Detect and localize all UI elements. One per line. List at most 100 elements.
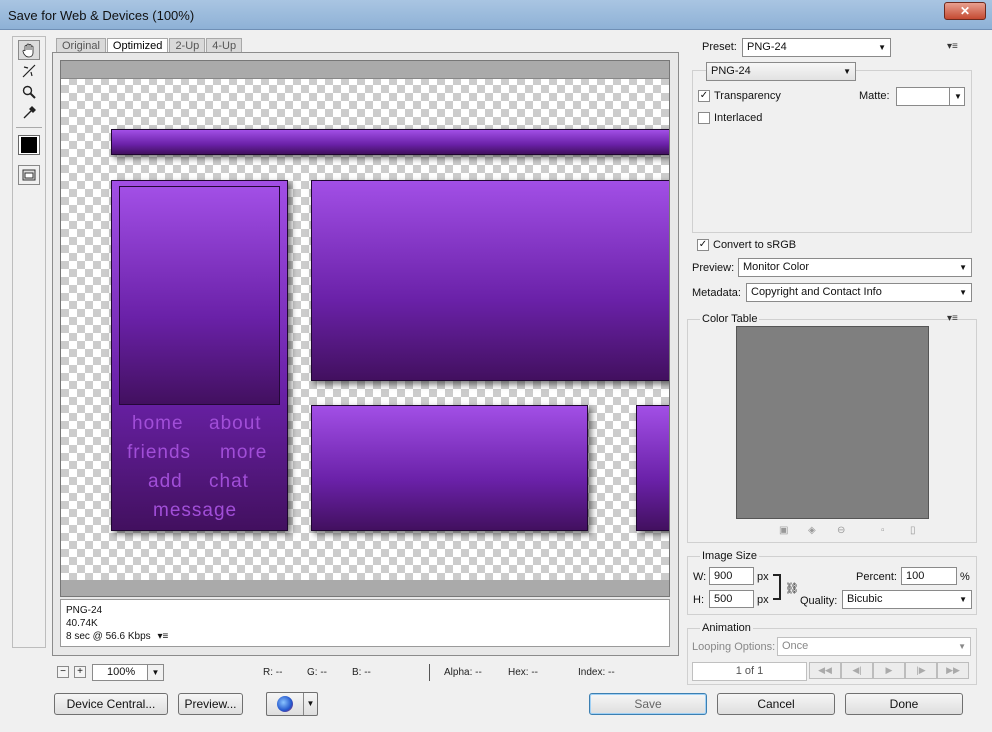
readout-alpha: Alpha: --	[444, 667, 482, 678]
nav-text-home: home	[132, 413, 184, 434]
lock-color-icon[interactable]: ⊖	[837, 526, 847, 536]
chevron-down-icon: ▼	[959, 595, 967, 604]
animation-title: Animation	[700, 622, 753, 634]
preview-frame: home about friends more add chat message…	[52, 52, 679, 656]
zoom-tool-icon[interactable]	[18, 82, 40, 102]
optimize-menu-icon[interactable]: ▾≡	[947, 41, 958, 52]
percent-label: Percent:	[856, 571, 897, 583]
zoom-level-select[interactable]: 100% ▼	[92, 664, 164, 681]
window-title: Save for Web & Devices (100%)	[8, 8, 195, 23]
looping-label: Looping Options:	[692, 641, 776, 653]
quality-label: Quality:	[800, 595, 838, 607]
tab-optimized[interactable]: Optimized	[106, 38, 169, 53]
interlaced-checkbox[interactable]	[698, 112, 710, 124]
transparency-checkbox[interactable]: ✓	[698, 90, 710, 102]
readout-b: B: --	[352, 667, 371, 678]
slice-select-tool-icon[interactable]	[18, 61, 40, 81]
preview-value: Monitor Color	[743, 261, 810, 273]
play-icon[interactable]: ▶	[873, 662, 905, 679]
optimization-info: PNG-24 40.74K 8 sec @ 56.6 Kbps ▾≡	[60, 599, 670, 647]
preset-select[interactable]: PNG-24 ▼	[742, 38, 891, 57]
preview-button[interactable]: Preview...	[178, 693, 243, 715]
convert-srgb-checkbox[interactable]: ✓	[697, 239, 709, 251]
image-preview-canvas[interactable]: home about friends more add chat message	[60, 60, 670, 597]
cancel-button[interactable]: Cancel	[717, 693, 835, 715]
interlaced-label: Interlaced	[714, 112, 763, 124]
toolbox	[12, 36, 46, 648]
color-table-title: Color Table	[700, 313, 760, 325]
chevron-down-icon: ▼	[958, 642, 966, 651]
quality-select[interactable]: Bicubic ▼	[842, 590, 972, 609]
transparency-label: Transparency	[714, 90, 781, 102]
height-unit: px	[757, 594, 769, 606]
hand-tool-icon[interactable]	[18, 40, 40, 60]
device-central-button[interactable]: Device Central...	[54, 693, 168, 715]
done-button[interactable]: Done	[845, 693, 963, 715]
trash-icon[interactable]: ▯	[910, 526, 920, 536]
zoom-out-button[interactable]: −	[57, 666, 69, 678]
map-color-icon[interactable]: ▣	[779, 526, 789, 536]
animation-controls: ◀◀ ◀| ▶ |▶ ▶▶	[809, 662, 969, 679]
new-color-icon[interactable]: ▫	[881, 526, 891, 536]
first-frame-icon[interactable]: ◀◀	[809, 662, 841, 679]
nav-text-message: message	[153, 500, 238, 521]
height-input[interactable]: 500	[709, 590, 754, 608]
main-content-graphic	[311, 180, 669, 381]
zoom-in-button[interactable]: +	[74, 666, 86, 678]
readout-g: G: --	[307, 667, 327, 678]
metadata-select[interactable]: Copyright and Contact Info ▼	[746, 283, 972, 302]
toggle-slices-icon[interactable]	[18, 165, 40, 185]
looping-value: Once	[782, 640, 809, 652]
zoom-level-value: 100%	[107, 666, 136, 678]
tab-original[interactable]: Original	[56, 38, 106, 53]
swatch-fill	[21, 137, 37, 153]
percent-input[interactable]: 100	[901, 567, 957, 585]
quality-value: Bicubic	[847, 593, 883, 605]
info-format: PNG-24	[66, 605, 103, 616]
tab-4-up[interactable]: 4-Up	[206, 38, 243, 53]
preset-value: PNG-24	[747, 41, 787, 53]
width-input[interactable]: 900	[709, 567, 754, 585]
format-value: PNG-24	[711, 65, 751, 77]
info-download-time: 8 sec @ 56.6 Kbps	[66, 631, 151, 642]
readout-hex: Hex: --	[508, 667, 538, 678]
looping-select[interactable]: Once ▼	[777, 637, 971, 656]
eyedropper-color-swatch[interactable]	[18, 135, 40, 155]
header-bar-graphic	[111, 129, 669, 155]
next-frame-icon[interactable]: |▶	[905, 662, 937, 679]
download-time-menu-icon[interactable]: ▾≡	[157, 631, 168, 642]
browser-preview-button[interactable]: ▼	[266, 692, 318, 716]
height-label: H:	[693, 594, 704, 606]
percent-unit: %	[960, 571, 970, 583]
file-format-select[interactable]: PNG-24 ▼	[706, 62, 856, 81]
chevron-down-icon: ▼	[959, 288, 967, 297]
color-table-menu-icon[interactable]: ▾≡	[947, 313, 958, 324]
readout-index: Index: --	[578, 667, 615, 678]
chain-link-icon[interactable]: ⛓	[785, 582, 799, 595]
color-table-swatches[interactable]	[736, 326, 929, 519]
convert-srgb-label: Convert to sRGB	[713, 239, 797, 251]
sidebar-inner-graphic	[119, 186, 280, 405]
chevron-down-icon: ▼	[878, 43, 886, 52]
chevron-down-icon: ▼	[959, 263, 967, 272]
matte-label: Matte:	[859, 90, 890, 102]
content-box-graphic	[311, 405, 588, 531]
last-frame-icon[interactable]: ▶▶	[937, 662, 969, 679]
eyedropper-tool-icon[interactable]	[18, 103, 40, 123]
browser-dropdown-icon[interactable]: ▼	[303, 693, 317, 715]
close-button[interactable]: ✕	[944, 2, 986, 20]
nav-text-more: more	[220, 442, 268, 463]
chevron-down-icon: ▼	[843, 67, 851, 76]
previous-frame-icon[interactable]: ◀|	[841, 662, 873, 679]
matte-select[interactable]: ▼	[896, 87, 965, 106]
web-snap-icon[interactable]: ◈	[808, 526, 818, 536]
image-size-title: Image Size	[700, 550, 760, 562]
content-box-graphic-2	[636, 405, 669, 531]
readout-r: R: --	[263, 667, 283, 678]
preview-select[interactable]: Monitor Color ▼	[738, 258, 972, 277]
save-button[interactable]: Save	[589, 693, 707, 715]
nav-text-friends: friends	[127, 442, 192, 463]
tab-2-up[interactable]: 2-Up	[169, 38, 206, 53]
frame-counter: 1 of 1	[692, 662, 807, 681]
preview-top-bar	[61, 61, 669, 79]
